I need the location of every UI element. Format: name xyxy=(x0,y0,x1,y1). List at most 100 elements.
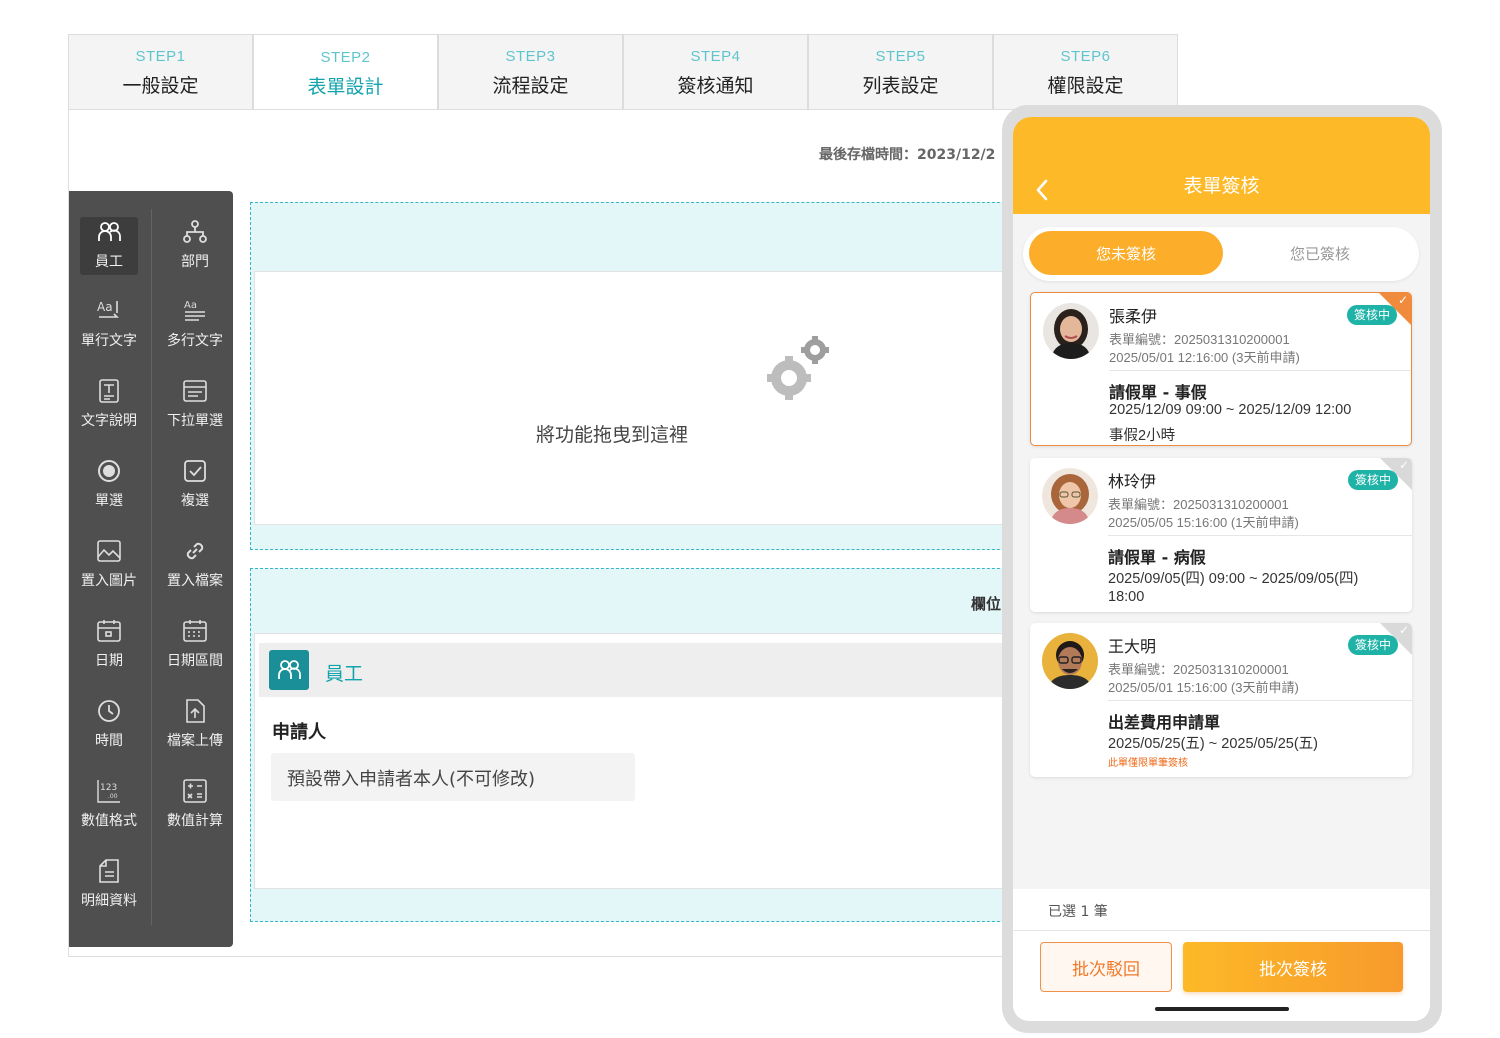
last-saved-time: 最後存檔時間：2023/12/2 xyxy=(819,147,996,163)
tool-label: 明細資料 xyxy=(81,893,137,909)
approval-tabs: 您未簽核 您已簽核 xyxy=(1023,227,1419,281)
dropdown-icon xyxy=(183,380,207,402)
toolbox-divider xyxy=(151,209,152,925)
file-upload-icon xyxy=(186,699,205,723)
checkbox-icon xyxy=(184,460,206,482)
form-number: 表單編號：2025031310200001 xyxy=(1108,662,1289,677)
tool-label: 員工 xyxy=(95,254,123,270)
drop-zone-top[interactable] xyxy=(250,202,1050,550)
tab-label: 一般設定 xyxy=(122,74,199,97)
app-title: 表單簽核 xyxy=(1183,175,1260,197)
radio-icon xyxy=(98,460,120,482)
approval-card[interactable]: 王大明 ✓ 簽核中 表單編號：2025031310200001 2025/05/… xyxy=(1030,623,1412,777)
field-toolbox: 員工 部門 Aa 單行文字 Aa 多行文字 文字說明 下拉單選 單選 複選 置入… xyxy=(69,191,233,947)
tool-department[interactable]: 部門 xyxy=(166,217,224,275)
tab-pending[interactable]: 您未簽核 xyxy=(1029,231,1223,275)
tab-step-number: STEP5 xyxy=(875,47,926,65)
tool-label: 檔案上傳 xyxy=(167,733,223,749)
svg-text:.00: .00 xyxy=(108,793,118,800)
tool-calculator[interactable]: 數值計算 xyxy=(166,776,224,834)
drop-zone-fields[interactable]: 欄位 xyxy=(250,568,1050,922)
phone-screen: 表單簽核 您未簽核 您已簽核 張柔伊 ✓ 簽核中 表單編號：2025031310… xyxy=(1013,117,1430,1021)
tool-label: 部門 xyxy=(181,254,209,270)
tool-label: 多行文字 xyxy=(167,333,223,349)
date-icon xyxy=(97,620,121,642)
tool-label: 複選 xyxy=(181,493,209,509)
employee-field-label: 員工 xyxy=(325,663,364,685)
tab-step2[interactable]: STEP2 表單設計 xyxy=(253,34,438,112)
tab-step6[interactable]: STEP6 權限設定 xyxy=(993,34,1178,110)
check-icon: ✓ xyxy=(1397,293,1408,307)
tool-label: 下拉單選 xyxy=(167,413,223,429)
tab-label: 流程設定 xyxy=(492,74,569,97)
tool-radio[interactable]: 單選 xyxy=(80,456,138,514)
employee-field-header[interactable]: 員工 xyxy=(259,643,1019,697)
approval-card[interactable]: 林玲伊 ✓ 簽核中 表單編號：2025031310200001 2025/05/… xyxy=(1030,458,1412,612)
approval-card[interactable]: 張柔伊 ✓ 簽核中 表單編號：2025031310200001 2025/05/… xyxy=(1030,292,1412,446)
tab-done[interactable]: 您已簽核 xyxy=(1223,231,1417,275)
form-type: 請假單 - 病假 xyxy=(1108,548,1206,567)
form-number: 表單編號：2025031310200001 xyxy=(1108,497,1289,512)
attachment-icon xyxy=(186,542,204,560)
tool-attachment[interactable]: 置入檔案 xyxy=(166,536,224,594)
tool-number-format[interactable]: 123.00 數值格式 xyxy=(80,776,138,834)
tab-step5[interactable]: STEP5 列表設定 xyxy=(808,34,993,110)
tool-label: 日期 xyxy=(95,653,123,669)
batch-actions: 批次駁回 批次簽核 xyxy=(1013,931,1430,1021)
tab-step1[interactable]: STEP1 一般設定 xyxy=(68,34,253,110)
batch-reject-button[interactable]: 批次駁回 xyxy=(1040,942,1172,992)
form-editor-panel: 最後存檔時間：2023/12/2 員工 部門 Aa 單行文字 Aa 多行文字 文… xyxy=(68,109,1050,957)
date-range-icon xyxy=(183,620,207,642)
calculator-icon xyxy=(183,779,207,803)
tool-label: 單選 xyxy=(95,493,123,509)
tab-step-number: STEP2 xyxy=(320,48,371,66)
tool-checkbox[interactable]: 複選 xyxy=(166,456,224,514)
applied-time: 2025/05/01 15:16:00 (3天前申請) xyxy=(1108,680,1299,695)
form-number: 表單編號：2025031310200001 xyxy=(1109,332,1290,347)
tab-step4[interactable]: STEP4 簽核通知 xyxy=(623,34,808,110)
svg-text:Aa: Aa xyxy=(97,300,113,314)
tool-date[interactable]: 日期 xyxy=(80,616,138,674)
tab-step-number: STEP6 xyxy=(1060,47,1111,65)
tool-label: 時間 xyxy=(95,733,123,749)
tab-label: 簽核通知 xyxy=(677,74,754,97)
card-divider xyxy=(1108,700,1412,701)
phone-mockup: 表單簽核 您未簽核 您已簽核 張柔伊 ✓ 簽核中 表單編號：2025031310… xyxy=(1002,105,1442,1033)
svg-text:Aa: Aa xyxy=(184,300,197,311)
svg-text:123: 123 xyxy=(100,783,117,793)
tool-image[interactable]: 置入圖片 xyxy=(80,536,138,594)
tool-dropdown[interactable]: 下拉單選 xyxy=(166,376,224,434)
column-label: 欄位 xyxy=(971,595,1002,613)
applicant-field: 預設帶入申請者本人(不可修改) xyxy=(271,753,635,801)
tool-file-upload[interactable]: 檔案上傳 xyxy=(166,696,224,754)
tool-text-description[interactable]: 文字說明 xyxy=(80,376,138,434)
tool-label: 文字說明 xyxy=(81,413,137,429)
tool-label: 日期區間 xyxy=(167,653,223,669)
tool-employee[interactable]: 員工 xyxy=(80,217,138,275)
tool-date-range[interactable]: 日期區間 xyxy=(166,616,224,674)
form-period: 2025/05/25(五) ~ 2025/05/25(五) xyxy=(1108,736,1318,752)
image-icon xyxy=(97,540,121,562)
tool-label: 數值計算 xyxy=(167,813,223,829)
drop-area xyxy=(254,271,1050,525)
status-badge: 簽核中 xyxy=(1347,635,1398,655)
tool-detail-data[interactable]: 明細資料 xyxy=(80,856,138,914)
tool-time[interactable]: 時間 xyxy=(80,696,138,754)
clock-icon xyxy=(98,700,120,722)
tab-step-number: STEP3 xyxy=(505,47,556,65)
form-type: 請假單 - 事假 xyxy=(1109,383,1207,402)
tool-label: 置入圖片 xyxy=(81,573,137,589)
home-indicator xyxy=(1155,1007,1289,1011)
tool-multi-line-text[interactable]: Aa 多行文字 xyxy=(166,296,224,354)
applied-time: 2025/05/05 15:16:00 (1天前申請) xyxy=(1108,515,1299,530)
card-divider xyxy=(1108,535,1412,536)
batch-approve-button[interactable]: 批次簽核 xyxy=(1183,942,1403,992)
single-line-text-icon: Aa xyxy=(97,300,119,318)
tool-single-line-text[interactable]: Aa 單行文字 xyxy=(80,296,138,354)
tab-step3[interactable]: STEP3 流程設定 xyxy=(438,34,623,110)
applicant-name: 張柔伊 xyxy=(1109,307,1158,326)
check-icon: ✓ xyxy=(1398,623,1409,637)
form-period: 2025/12/09 09:00 ~ 2025/12/09 12:00 xyxy=(1109,402,1352,418)
avatar xyxy=(1042,468,1098,524)
tab-label: 權限設定 xyxy=(1047,74,1124,97)
